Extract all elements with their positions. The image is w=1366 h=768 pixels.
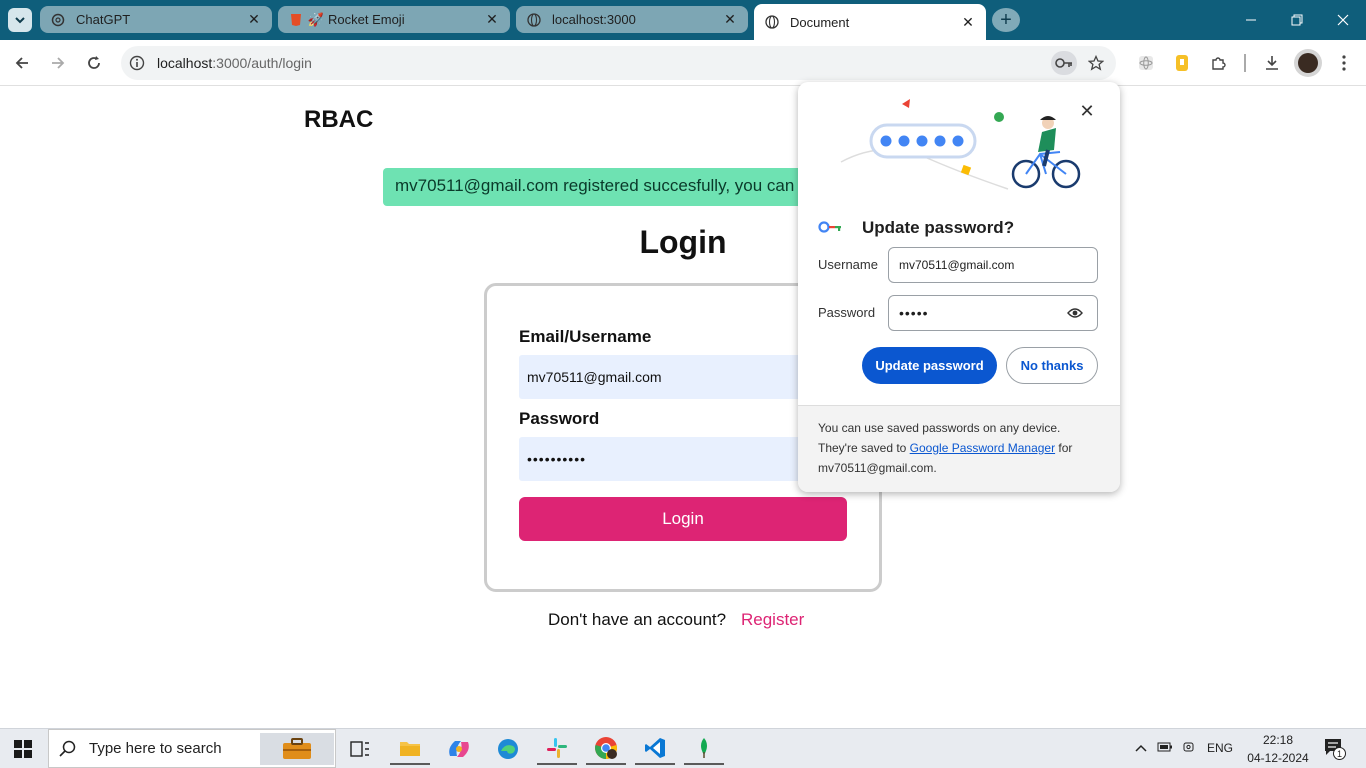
update-password-popup: ✕ Update password? Username mv70511@gmai… <box>798 82 1120 492</box>
slack-icon[interactable] <box>537 733 577 765</box>
file-explorer-icon[interactable] <box>390 733 430 765</box>
extensions-puzzle-icon[interactable] <box>1204 49 1232 77</box>
update-password-button[interactable]: Update password <box>862 347 997 384</box>
popup-title: Update password? <box>862 218 1015 237</box>
toolbar-divider <box>1244 54 1246 72</box>
tab-title: localhost:3000 <box>552 12 636 27</box>
system-tray: ENG <box>1135 728 1233 768</box>
profile-avatar[interactable] <box>1294 49 1322 77</box>
rocket-icon: 🚀 <box>307 11 325 27</box>
restore-icon <box>1291 14 1303 26</box>
copilot-icon[interactable] <box>439 733 479 765</box>
clock-time: 22:18 <box>1262 733 1294 747</box>
page-title: Login <box>639 224 727 260</box>
tab-title: Document <box>790 14 850 30</box>
notification-badge: 1 <box>1333 747 1346 760</box>
close-icon[interactable]: ✕ <box>722 11 738 28</box>
taskbar-clock[interactable]: 22:18 04-12-2024 <box>1245 731 1311 767</box>
tab-search-button[interactable] <box>8 8 32 32</box>
login-button[interactable]: Login <box>519 497 847 541</box>
google-key-icon <box>818 221 841 233</box>
edge-icon[interactable] <box>488 733 528 765</box>
tab-title: Rocket Emoji <box>328 12 405 27</box>
url-text[interactable]: localhost:3000/auth/login <box>157 55 312 71</box>
back-button[interactable] <box>8 49 36 77</box>
url-path: :3000/auth/login <box>212 55 312 71</box>
close-icon <box>1337 14 1349 26</box>
html-icon <box>288 12 304 28</box>
brand-logo[interactable]: RBAC <box>304 106 373 134</box>
arrow-left-icon <box>15 57 28 69</box>
briefcase-icon[interactable] <box>260 733 334 765</box>
google-password-manager-link[interactable]: Google Password Manager <box>910 441 1055 455</box>
windows-start-icon[interactable] <box>14 740 32 763</box>
url-host: localhost <box>157 55 213 71</box>
close-icon[interactable]: ✕ <box>246 11 262 28</box>
chevron-up-icon[interactable] <box>1135 741 1147 755</box>
tab-rocket-emoji[interactable]: 🚀 Rocket Emoji ✕ <box>278 6 510 33</box>
chatgpt-icon <box>50 12 66 28</box>
close-window-button[interactable] <box>1320 0 1366 40</box>
username-field[interactable]: mv70511@gmail.com <box>888 247 1098 283</box>
battery-icon[interactable] <box>1157 741 1173 756</box>
language-indicator[interactable]: ENG <box>1207 741 1233 755</box>
minimize-icon <box>1246 19 1256 21</box>
site-info-icon[interactable] <box>128 54 146 72</box>
password-dots: ••••• <box>899 305 929 321</box>
tab-localhost[interactable]: localhost:3000 ✕ <box>516 6 748 33</box>
chrome-icon[interactable] <box>586 733 626 765</box>
close-icon[interactable]: ✕ <box>1078 101 1096 121</box>
chevron-down-icon <box>15 17 25 24</box>
search-icon <box>59 740 76 757</box>
extension-yellow-icon[interactable] <box>1168 49 1196 77</box>
signup-prompt: Don't have an account? <box>548 610 727 629</box>
new-tab-button[interactable]: + <box>992 8 1020 32</box>
close-icon[interactable]: ✕ <box>960 14 976 31</box>
clock-date: 04-12-2024 <box>1247 751 1309 765</box>
password-label: Password <box>519 409 600 428</box>
email-label: Email/Username <box>519 327 652 346</box>
forward-button[interactable] <box>44 49 72 77</box>
meet-now-icon[interactable] <box>1183 740 1197 757</box>
username-label: Username <box>818 257 878 272</box>
password-illustration <box>840 99 1081 190</box>
task-view-icon[interactable] <box>340 733 380 765</box>
reload-icon <box>88 56 100 69</box>
search-placeholder: Type here to search <box>89 740 222 757</box>
password-label: Password <box>818 305 876 320</box>
reload-button[interactable] <box>80 49 108 77</box>
vscode-icon[interactable] <box>635 733 675 765</box>
no-thanks-button[interactable]: No thanks <box>1006 347 1098 384</box>
avatar <box>1298 53 1318 73</box>
arrow-right-icon <box>52 57 65 69</box>
mongodb-compass-icon[interactable] <box>684 733 724 765</box>
kebab-menu-icon[interactable] <box>1330 49 1358 77</box>
notification-center-icon[interactable]: 1 <box>1324 738 1346 760</box>
minimize-button[interactable] <box>1228 0 1274 40</box>
tab-document[interactable]: Document ✕ <box>754 4 986 40</box>
globe-icon <box>764 14 780 30</box>
popup-footer: You can use saved passwords on any devic… <box>798 405 1120 492</box>
eye-icon[interactable] <box>1066 304 1084 322</box>
extension-react-icon[interactable] <box>1132 49 1160 77</box>
tab-chatgpt[interactable]: ChatGPT ✕ <box>40 6 272 33</box>
tab-title: ChatGPT <box>76 12 131 27</box>
key-icon[interactable] <box>1051 51 1077 75</box>
restore-button[interactable] <box>1274 0 1320 40</box>
bookmark-star-icon[interactable] <box>1082 49 1110 77</box>
close-icon[interactable]: ✕ <box>484 11 500 28</box>
register-link[interactable]: Register <box>741 610 804 630</box>
plus-icon: + <box>1000 8 1012 31</box>
globe-icon <box>526 12 542 28</box>
downloads-icon[interactable] <box>1258 49 1286 77</box>
